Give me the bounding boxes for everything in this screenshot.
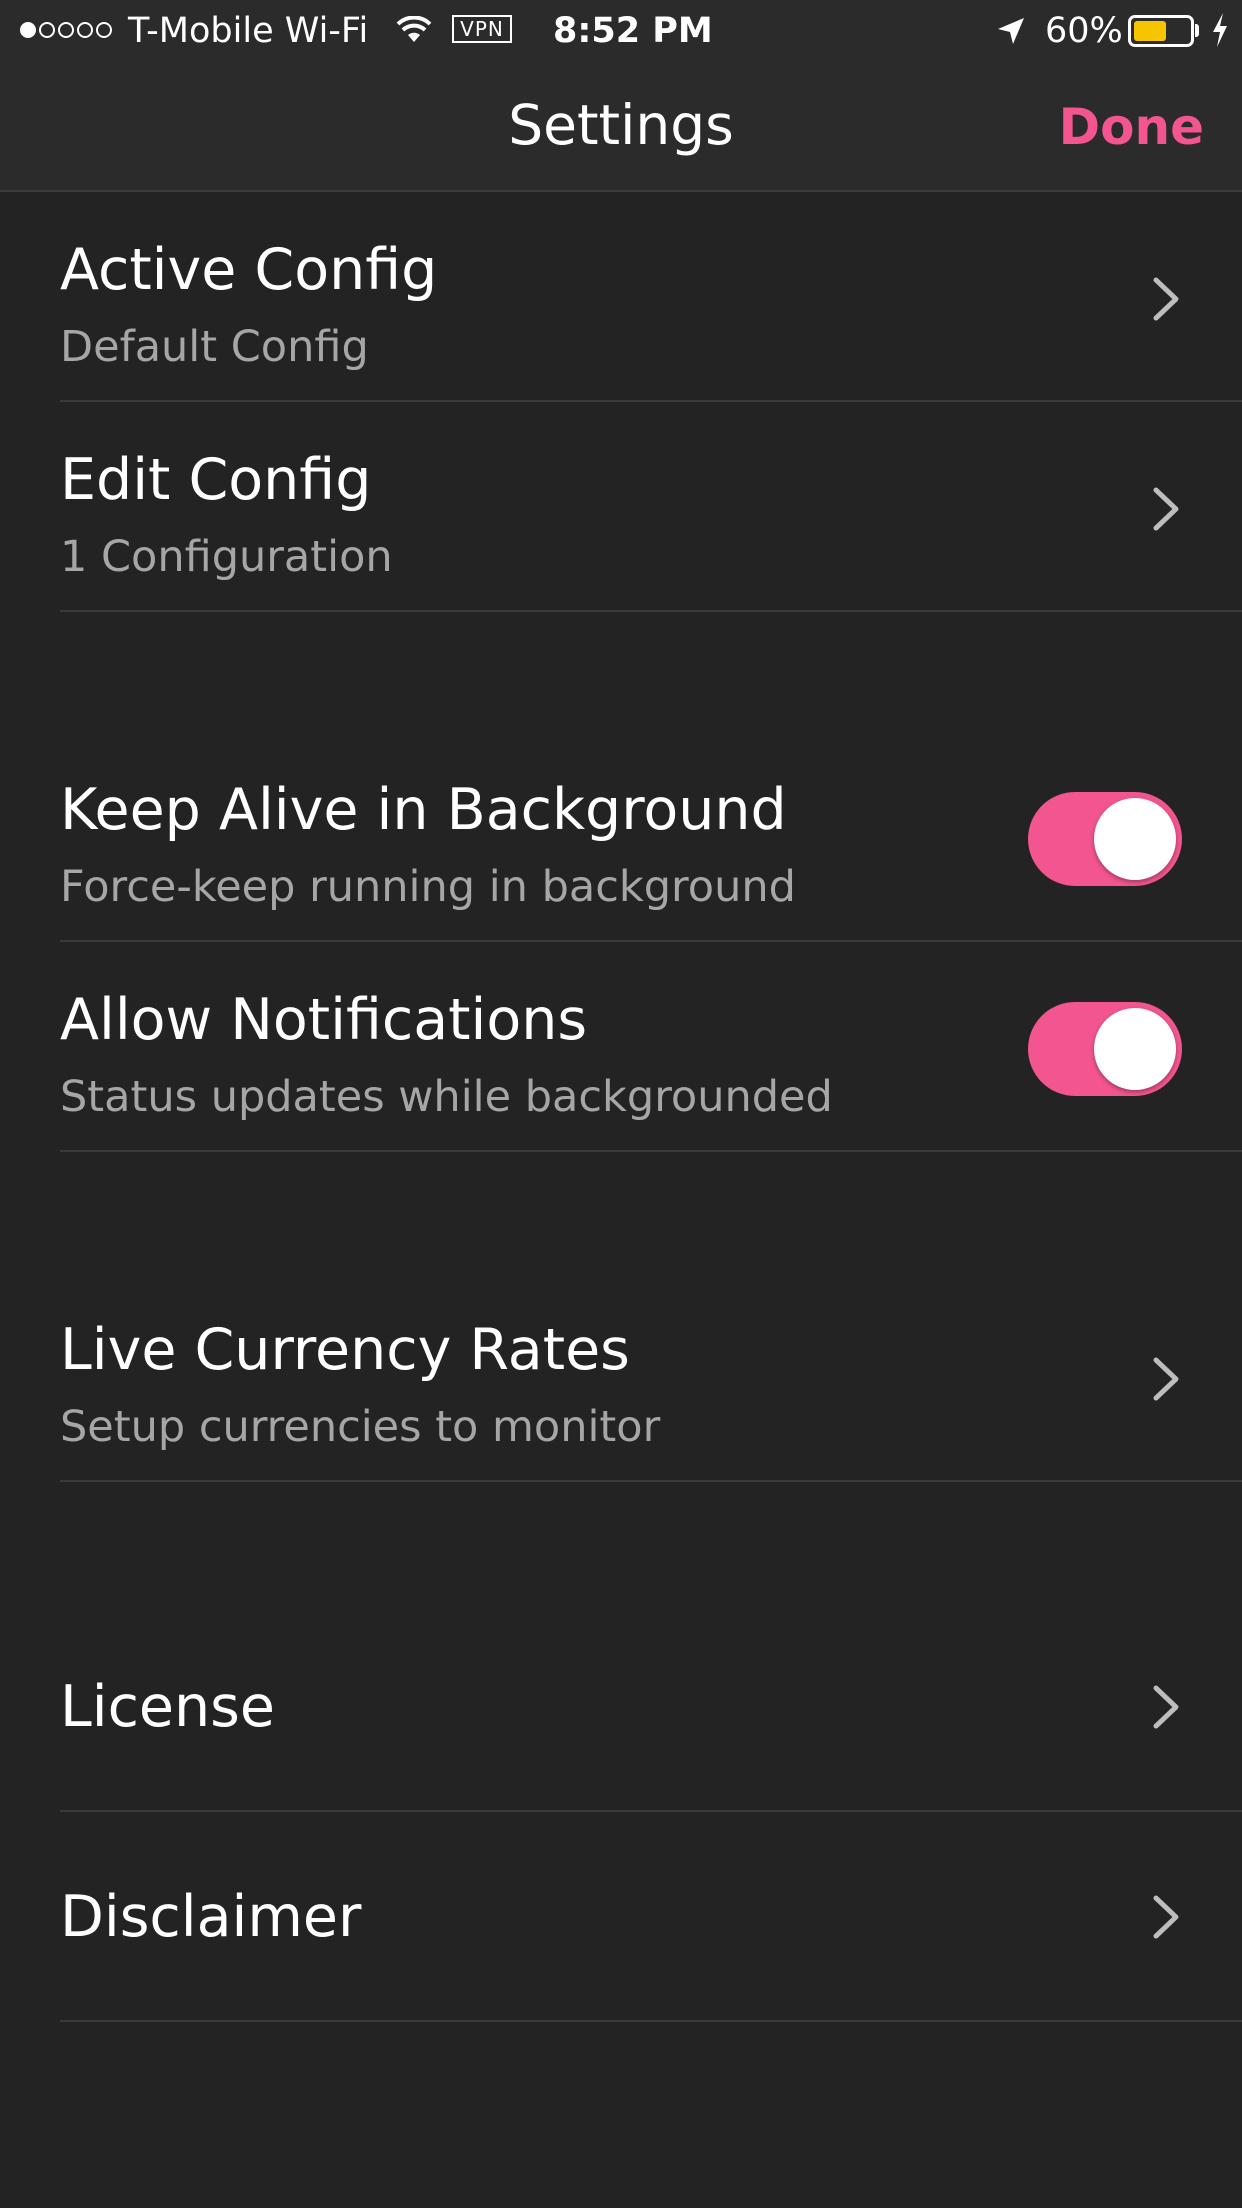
signal-dot [58, 22, 74, 38]
row-subtitle: 1 Configuration [60, 532, 393, 582]
chevron-right-icon [1153, 487, 1179, 531]
chevron-right-icon [1153, 1895, 1179, 1939]
page-title: Settings [508, 93, 734, 157]
toggle-knob [1094, 1008, 1176, 1090]
wifi-icon [396, 16, 432, 42]
divider [60, 1150, 1242, 1152]
chevron-right-icon [1153, 1357, 1179, 1401]
row-title: Disclaimer [60, 1884, 362, 1950]
settings-row-disclaimer[interactable]: Disclaimer [0, 1812, 1242, 2022]
allow-notifications-toggle[interactable] [1028, 1002, 1182, 1096]
row-subtitle: Setup currencies to monitor [60, 1402, 661, 1452]
toggle-knob [1094, 798, 1176, 880]
battery-tip [1195, 24, 1199, 37]
row-subtitle: Force-keep running in background [60, 862, 796, 912]
row-title: Allow Notifications [60, 987, 588, 1053]
location-arrow-icon [998, 18, 1024, 44]
row-title: Live Currency Rates [60, 1317, 630, 1383]
row-title: Edit Config [60, 447, 372, 513]
navigation-bar: Settings Done [0, 62, 1242, 192]
divider [60, 2020, 1242, 2022]
chevron-right-icon [1153, 277, 1179, 321]
divider [60, 610, 1242, 612]
signal-strength-icon [20, 22, 112, 40]
settings-row-live-currency-rates[interactable]: Live Currency Rates Setup currencies to … [0, 1272, 1242, 1482]
vpn-badge: VPN [452, 15, 512, 43]
signal-dot [77, 22, 93, 38]
row-subtitle: Status updates while backgrounded [60, 1072, 833, 1122]
done-button[interactable]: Done [1059, 92, 1204, 162]
settings-row-allow-notifications: Allow Notifications Status updates while… [0, 942, 1242, 1152]
charging-bolt-icon [1213, 13, 1227, 47]
row-title: License [60, 1674, 275, 1740]
row-title: Keep Alive in Background [60, 777, 787, 843]
settings-row-license[interactable]: License [0, 1602, 1242, 1812]
chevron-right-icon [1153, 1685, 1179, 1729]
signal-dot [20, 22, 36, 38]
settings-row-active-config[interactable]: Active Config Default Config [0, 192, 1242, 402]
settings-row-keep-alive: Keep Alive in Background Force-keep runn… [0, 732, 1242, 942]
signal-dot [96, 22, 112, 38]
divider [60, 1480, 1242, 1482]
row-subtitle: Default Config [60, 322, 369, 372]
status-bar: T-Mobile Wi-Fi VPN 8:52 PM 60% [0, 0, 1242, 62]
battery-level [1134, 21, 1166, 41]
settings-row-edit-config[interactable]: Edit Config 1 Configuration [0, 402, 1242, 612]
battery-percent: 60% [1045, 11, 1123, 51]
keep-alive-toggle[interactable] [1028, 792, 1182, 886]
clock: 8:52 PM [553, 11, 713, 51]
carrier-name: T-Mobile Wi-Fi [128, 11, 369, 51]
battery-icon [1128, 15, 1194, 47]
signal-dot [39, 22, 55, 38]
row-title: Active Config [60, 237, 438, 303]
